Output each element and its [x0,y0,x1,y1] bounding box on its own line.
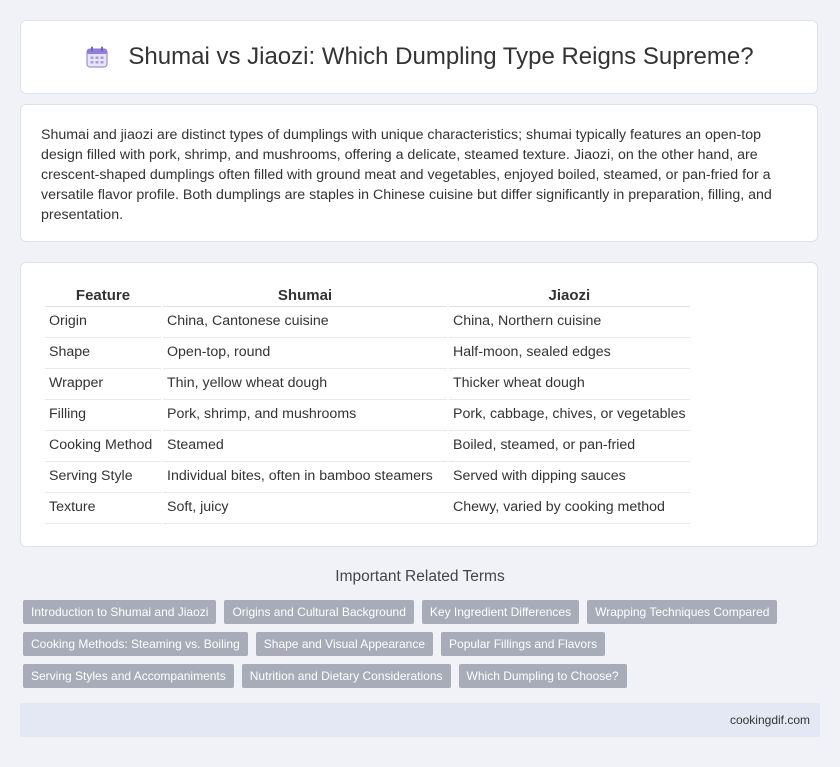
table-cell: Cooking Method [45,431,161,462]
related-tag[interactable]: Nutrition and Dietary Considerations [241,664,451,688]
table-header-row: Feature Shumai Jiaozi [45,283,690,307]
related-tag[interactable]: Key Ingredient Differences [421,600,580,624]
header-jiaozi: Jiaozi [449,283,690,307]
related-tag[interactable]: Cooking Methods: Steaming vs. Boiling [23,632,248,656]
comparison-card: Feature Shumai Jiaozi Origin China, Cant… [20,262,818,547]
table-row: Filling Pork, shrimp, and mushrooms Pork… [45,400,690,431]
table-row: Cooking Method Steamed Boiled, steamed, … [45,431,690,462]
table-cell: Shape [45,338,161,369]
related-terms-heading: Important Related Terms [335,568,505,585]
table-cell: Steamed [163,431,447,462]
comparison-table: Feature Shumai Jiaozi Origin China, Cant… [43,283,692,524]
table-cell: Thicker wheat dough [449,369,690,400]
table-cell: China, Cantonese cuisine [163,307,447,338]
table-cell: Wrapper [45,369,161,400]
table-cell: Half-moon, sealed edges [449,338,690,369]
related-tag[interactable]: Introduction to Shumai and Jiaozi [23,600,217,624]
related-tags: Introduction to Shumai and Jiaozi Origin… [23,600,823,688]
table-row: Texture Soft, juicy Chewy, varied by coo… [45,493,690,524]
related-tag[interactable]: Wrapping Techniques Compared [587,600,778,624]
table-row: Origin China, Cantonese cuisine China, N… [45,307,690,338]
related-tag[interactable]: Origins and Cultural Background [224,600,414,624]
table-cell: Origin [45,307,161,338]
related-tag[interactable]: Which Dumpling to Choose? [458,664,627,688]
table-cell: Individual bites, often in bamboo steame… [163,462,447,493]
related-tag[interactable]: Shape and Visual Appearance [255,632,434,656]
table-row: Shape Open-top, round Half-moon, sealed … [45,338,690,369]
table-cell: Chewy, varied by cooking method [449,493,690,524]
related-tag[interactable]: Popular Fillings and Flavors [441,632,606,656]
calendar-icon [84,44,110,70]
intro-paragraph: Shumai and jiaozi are distinct types of … [41,127,772,223]
table-cell: Served with dipping sauces [449,462,690,493]
footer-site-link[interactable]: cookingdif.com [730,713,810,727]
table-row: Wrapper Thin, yellow wheat dough Thicker… [45,369,690,400]
table-cell: Serving Style [45,462,161,493]
page-title-text: Shumai vs Jiaozi: Which Dumpling Type Re… [128,43,754,70]
title-card: Shumai vs Jiaozi: Which Dumpling Type Re… [20,20,818,94]
header-feature: Feature [45,283,161,307]
table-row: Serving Style Individual bites, often in… [45,462,690,493]
related-tag[interactable]: Serving Styles and Accompaniments [23,664,234,688]
table-cell: Thin, yellow wheat dough [163,369,447,400]
table-cell: Open-top, round [163,338,447,369]
table-cell: Filling [45,400,161,431]
table-cell: Soft, juicy [163,493,447,524]
table-cell: China, Northern cuisine [449,307,690,338]
table-cell: Texture [45,493,161,524]
table-cell: Pork, cabbage, chives, or vegetables [449,400,690,431]
footer: cookingdif.com [20,703,820,737]
table-cell: Pork, shrimp, and mushrooms [163,400,447,431]
page-title: Shumai vs Jiaozi: Which Dumpling Type Re… [84,43,754,71]
header-shumai: Shumai [163,283,447,307]
table-cell: Boiled, steamed, or pan-fried [449,431,690,462]
intro-card: Shumai and jiaozi are distinct types of … [20,104,818,242]
